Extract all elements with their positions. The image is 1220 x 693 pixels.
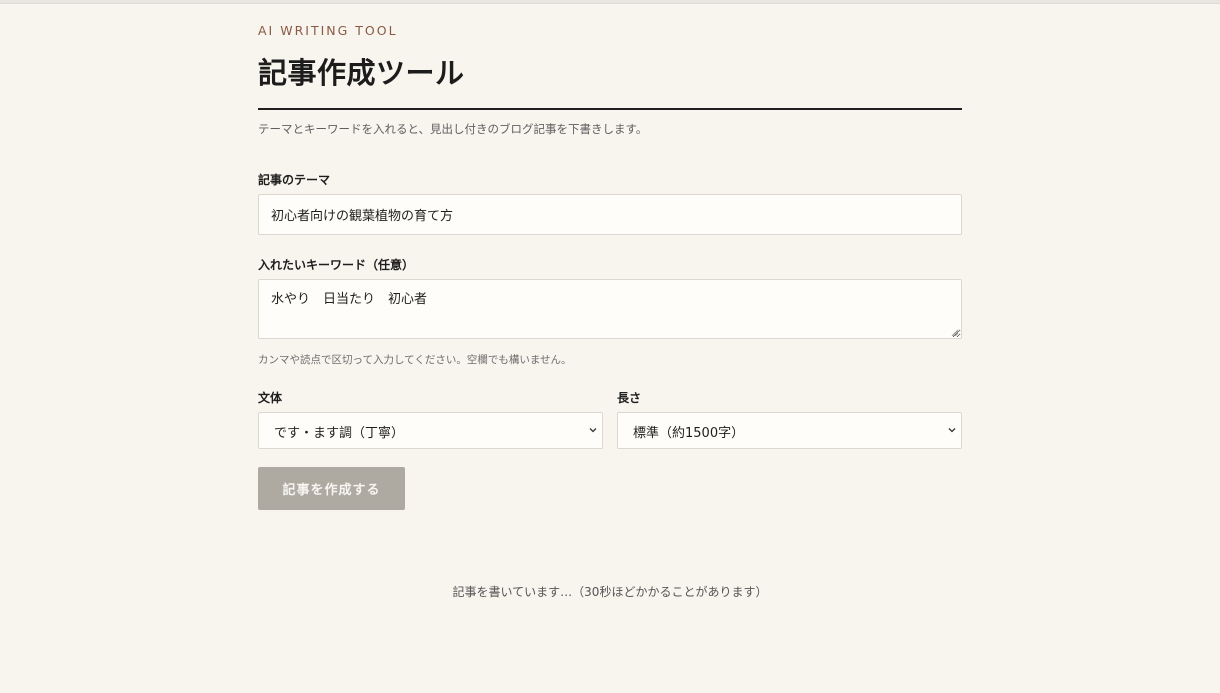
style-select-value: です・ます調（丁寧） xyxy=(274,426,405,441)
create-article-button[interactable]: 記事を作成する xyxy=(258,467,405,510)
keywords-label: 入れたいキーワード（任意） xyxy=(258,258,415,272)
loading-status: 記事を書いています…（30秒ほどかかることがあります） xyxy=(452,585,768,599)
top-border xyxy=(0,0,1220,4)
page-title: 記事作成ツール xyxy=(258,56,465,90)
chevron-down-icon xyxy=(589,428,597,433)
length-select-value: 標準（約1500字） xyxy=(633,426,745,441)
keywords-hint: カンマや読点で区切って入力してください。空欄でも構いません。 xyxy=(258,354,572,366)
eyebrow-label: AI WRITING TOOL xyxy=(258,23,398,38)
theme-input[interactable] xyxy=(258,194,962,235)
keywords-textarea[interactable]: 水やり 日当たり 初心者 xyxy=(258,279,962,339)
length-select[interactable]: 標準（約1500字） xyxy=(617,412,962,449)
length-label: 長さ xyxy=(617,391,642,405)
theme-label: 記事のテーマ xyxy=(258,173,331,187)
chevron-down-icon xyxy=(948,428,956,433)
style-label: 文体 xyxy=(258,391,283,405)
style-select[interactable]: です・ます調（丁寧） xyxy=(258,412,603,449)
title-divider xyxy=(258,108,962,110)
page-description: テーマとキーワードを入れると、見出し付きのブログ記事を下書きします。 xyxy=(258,122,648,136)
